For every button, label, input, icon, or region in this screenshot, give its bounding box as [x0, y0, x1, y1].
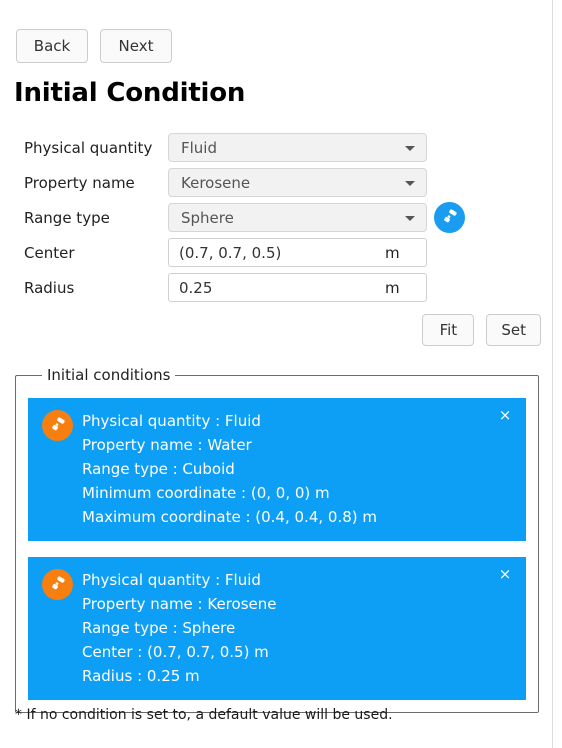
card-line: Physical quantity : Fluid	[82, 412, 261, 430]
form-row-property-name: Property name Kerosene	[0, 165, 553, 200]
chevron-down-icon	[405, 180, 415, 186]
set-button[interactable]: Set	[486, 314, 541, 346]
range-type-select-wrap: Sphere	[168, 203, 427, 232]
label-property-name: Property name	[24, 173, 135, 192]
card-line: Property name : Kerosene	[82, 595, 277, 613]
center-unit: m	[385, 243, 400, 262]
chevron-down-icon	[405, 215, 415, 221]
next-button[interactable]: Next	[100, 29, 172, 63]
form-row-center: Center m	[0, 235, 553, 270]
paint-roller-icon	[52, 417, 65, 431]
chevron-down-icon	[405, 145, 415, 151]
property-name-select-wrap: Kerosene	[168, 168, 427, 197]
condition-card[interactable]: Physical quantity : Fluid Property name …	[28, 398, 526, 541]
property-name-value: Kerosene	[181, 173, 251, 192]
label-range-type: Range type	[24, 208, 110, 227]
initial-condition-page: Back Next Initial Condition Physical qua…	[0, 0, 553, 748]
card-line: Minimum coordinate : (0, 0, 0) m	[82, 484, 330, 502]
radius-unit: m	[385, 278, 400, 297]
label-center: Center	[24, 243, 75, 262]
form-row-radius: Radius m	[0, 270, 553, 305]
label-radius: Radius	[24, 278, 75, 297]
default-value-note: * If no condition is set to, a default v…	[15, 707, 393, 723]
card-line: Radius : 0.25 m	[82, 667, 200, 685]
form-row-physical-quantity: Physical quantity Fluid	[0, 130, 553, 165]
paint-roller-icon-badge	[42, 410, 73, 441]
scrollbar-track-edge[interactable]	[552, 0, 553, 748]
paint-roller-icon-button[interactable]	[434, 202, 465, 233]
physical-quantity-select[interactable]: Fluid	[168, 133, 427, 162]
back-button[interactable]: Back	[16, 29, 88, 63]
range-type-value: Sphere	[181, 208, 234, 227]
paint-roller-icon-badge	[42, 569, 73, 600]
initial-conditions-legend: Initial conditions	[47, 366, 171, 384]
form-actions: Fit Set	[0, 314, 541, 346]
physical-quantity-select-wrap: Fluid	[168, 133, 427, 162]
form-row-range-type: Range type Sphere	[0, 200, 553, 235]
initial-condition-form: Physical quantity Fluid Property name Ke…	[0, 130, 553, 305]
card-line: Center : (0.7, 0.7, 0.5) m	[82, 643, 269, 661]
label-physical-quantity: Physical quantity	[24, 138, 153, 157]
paint-roller-icon	[52, 576, 65, 590]
close-icon[interactable]: ×	[496, 406, 514, 424]
initial-conditions-group: Initial conditions Physical quantity : F…	[15, 366, 539, 713]
card-line: Maximum coordinate : (0.4, 0.4, 0.8) m	[82, 508, 377, 526]
physical-quantity-value: Fluid	[181, 138, 217, 157]
range-type-select[interactable]: Sphere	[168, 203, 427, 232]
page-title: Initial Condition	[14, 78, 246, 108]
card-line: Range type : Cuboid	[82, 460, 235, 478]
fit-button[interactable]: Fit	[422, 314, 475, 346]
wizard-navigation: Back Next	[16, 29, 172, 63]
property-name-select[interactable]: Kerosene	[168, 168, 427, 197]
paint-roller-icon	[444, 209, 457, 223]
card-line: Range type : Sphere	[82, 619, 236, 637]
card-line: Physical quantity : Fluid	[82, 571, 261, 589]
close-icon[interactable]: ×	[496, 565, 514, 583]
card-line: Property name : Water	[82, 436, 252, 454]
condition-card[interactable]: Physical quantity : Fluid Property name …	[28, 557, 526, 700]
